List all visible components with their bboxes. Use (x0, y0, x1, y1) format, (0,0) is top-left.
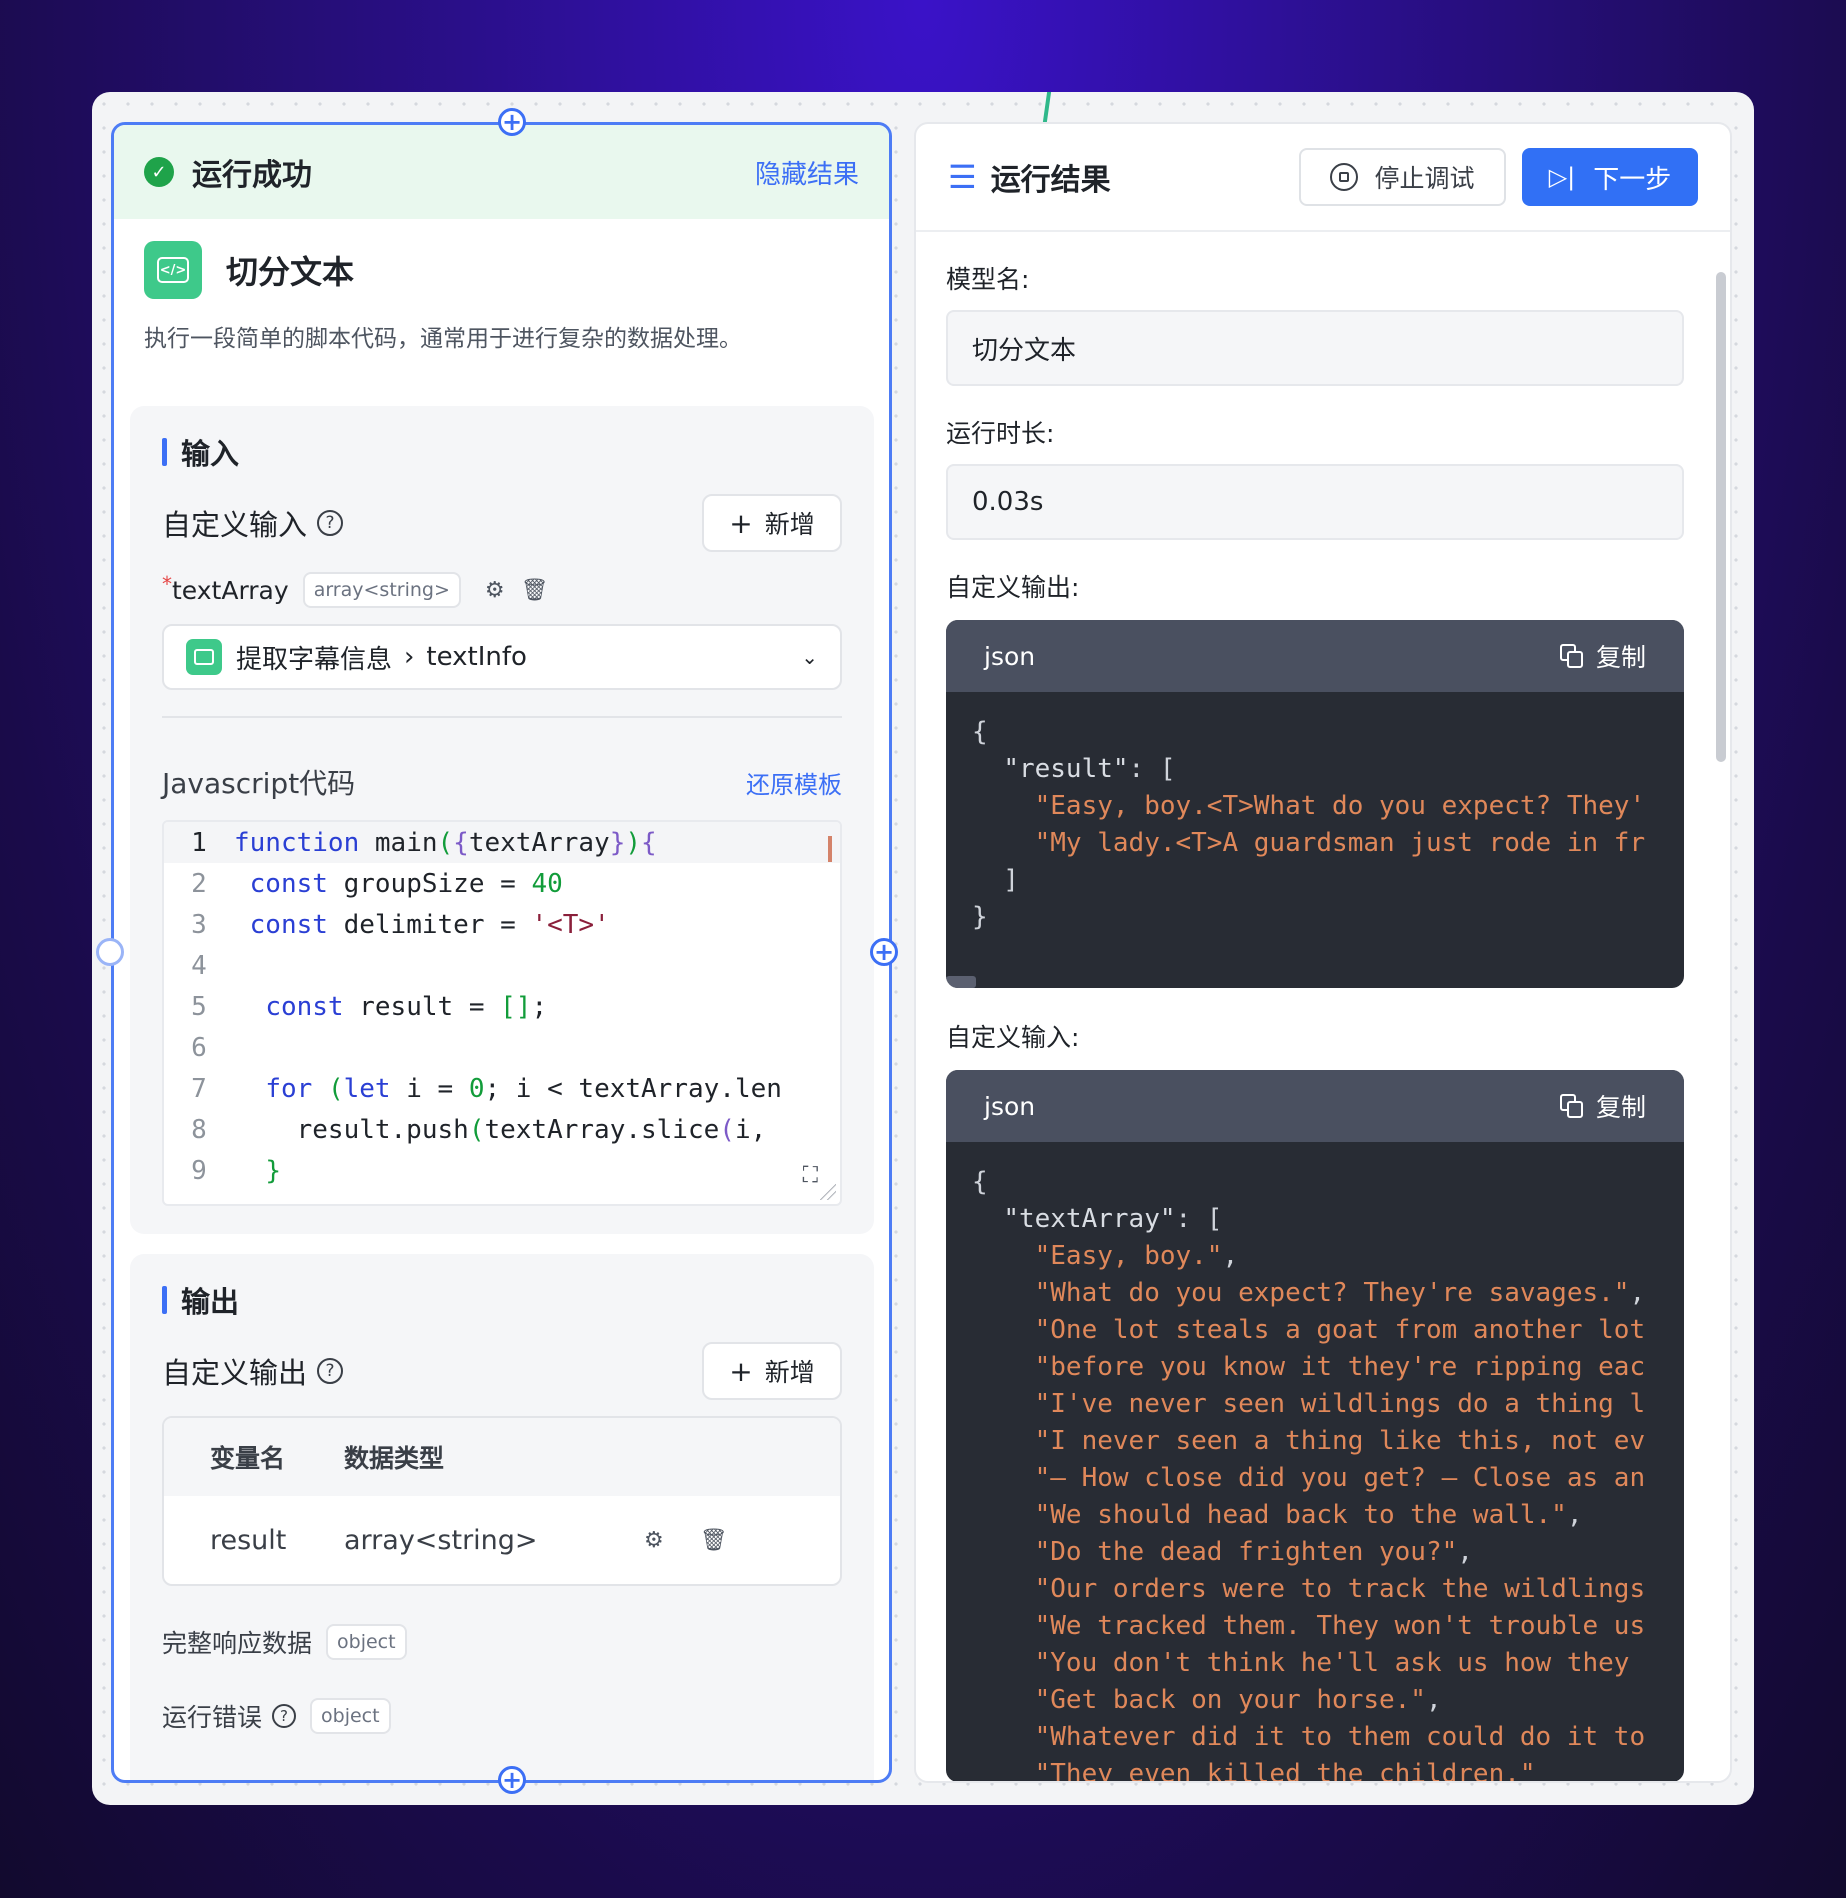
code-line: 7 for (let i = 0; i < textArray.len (191, 1073, 782, 1104)
delete-icon[interactable]: 🗑 (700, 1528, 728, 1553)
stop-debug-button[interactable]: 停止调试 (1299, 148, 1506, 206)
code-line: 9 } (191, 1155, 281, 1186)
json-label: json (984, 641, 1036, 671)
stop-icon (1330, 163, 1359, 191)
copy-icon (1559, 644, 1584, 668)
custom-input-label: 自定义输入 (162, 508, 308, 542)
run-error-type: object (310, 1698, 391, 1734)
horizontal-scrollbar[interactable] (946, 976, 976, 988)
model-name-label: 模型名: (946, 265, 1030, 294)
input-panel: 输入 自定义输入? + 新增 * textArray array<string> … (130, 406, 874, 1234)
source-field-name: textInfo (426, 642, 527, 672)
success-check-icon: ✓ (144, 157, 174, 187)
output-section-title: 输出 (181, 1285, 240, 1319)
run-status-bar: ✓ 运行成功 隐藏结果 (114, 125, 889, 219)
code-editor[interactable]: 1 function main({textArray}){ 2 const gro… (162, 820, 842, 1206)
output-json-content[interactable]: { "result": [ "Easy, boy.<T>What do you … (946, 692, 1684, 988)
code-line: 3 const delimiter = '<T>' (191, 909, 610, 940)
connection-edge (1042, 92, 1052, 122)
restore-template-link[interactable]: 还原模板 (746, 765, 842, 800)
settings-icon[interactable]: ⚙ (485, 578, 505, 603)
text-cursor (828, 836, 832, 862)
delete-icon[interactable]: 🗑 (521, 578, 549, 603)
table-header: 数据类型 (344, 1444, 445, 1473)
duration-field: 0.03s (946, 464, 1684, 540)
chevron-right-icon: › (404, 642, 415, 672)
list-icon: ☰ (948, 158, 977, 196)
full-response-label: 完整响应数据 (162, 1629, 313, 1658)
run-status-text: 运行成功 (192, 158, 312, 193)
output-var-type: array<string> (344, 1524, 538, 1556)
copy-button[interactable]: 复制 (1559, 638, 1646, 674)
divider (162, 716, 842, 718)
input-json-content[interactable]: { "textArray": [ "Easy, boy.", "What do … (946, 1142, 1684, 1781)
step-forward-icon: ▷| (1548, 163, 1576, 191)
add-node-top-handle[interactable]: + (498, 108, 526, 136)
add-output-button[interactable]: + 新增 (702, 1342, 842, 1400)
hide-result-link[interactable]: 隐藏结果 (755, 154, 859, 191)
input-connection-handle[interactable] (96, 938, 124, 966)
help-icon[interactable]: ? (272, 1704, 297, 1728)
model-name-field: 切分文本 (946, 310, 1684, 386)
add-input-button[interactable]: + 新增 (702, 494, 842, 552)
vertical-scrollbar[interactable] (1716, 272, 1726, 762)
table-row: result array<string> ⚙ 🗑 (164, 1496, 840, 1584)
table-header: 变量名 (210, 1444, 286, 1473)
code-icon (186, 639, 222, 675)
code-line: 8 result.push(textArray.slice(i, (191, 1114, 767, 1145)
duration-label: 运行时长: (946, 419, 1055, 448)
settings-icon[interactable]: ⚙ (644, 1528, 664, 1553)
help-icon[interactable]: ? (317, 510, 344, 536)
workflow-canvas[interactable]: ✓ 运行成功 隐藏结果 </> 切分文本 执行一段简单的脚本代码，通常用于进行复… (92, 92, 1754, 1805)
input-var-type: array<string> (302, 572, 461, 608)
run-result-panel: ☰ 运行结果 停止调试 ▷| 下一步 模型名: 切分文本 运行时长: 0.03s… (914, 122, 1732, 1783)
code-icon: </> (144, 241, 202, 299)
next-step-button[interactable]: ▷| 下一步 (1522, 148, 1698, 206)
resize-handle[interactable] (820, 1184, 836, 1200)
custom-output-label: 自定义输出: (946, 573, 1080, 602)
output-json-card: json 复制 { "result": [ "Easy, boy.<T>What… (946, 620, 1684, 988)
input-source-select[interactable]: 提取字幕信息 › textInfo ⌄ (162, 624, 842, 690)
input-section-title: 输入 (181, 437, 240, 471)
result-panel-title: 运行结果 (990, 163, 1111, 198)
code-line: 6 (191, 1032, 207, 1063)
code-node[interactable]: ✓ 运行成功 隐藏结果 </> 切分文本 执行一段简单的脚本代码，通常用于进行复… (111, 122, 892, 1783)
input-var-name: textArray (172, 575, 289, 605)
add-node-bottom-handle[interactable]: + (498, 1766, 526, 1794)
node-title[interactable]: 切分文本 (226, 247, 354, 293)
custom-output-label: 自定义输出 (162, 1356, 308, 1390)
source-node-name: 提取字幕信息 (236, 644, 393, 675)
output-table: 变量名 数据类型 result array<string> ⚙ 🗑 (162, 1416, 842, 1586)
output-var-name: result (210, 1524, 287, 1556)
required-mark: * (162, 572, 172, 596)
node-description: 执行一段简单的脚本代码，通常用于进行复杂的数据处理。 (144, 326, 742, 352)
copy-button[interactable]: 复制 (1559, 1088, 1646, 1124)
expand-icon[interactable]: ⛶ (803, 1163, 818, 1188)
copy-icon (1559, 1094, 1584, 1118)
help-icon[interactable]: ? (317, 1358, 344, 1384)
code-line: 4 (191, 950, 207, 981)
add-node-right-handle[interactable]: + (870, 938, 898, 966)
run-error-label: 运行错误 (162, 1703, 263, 1732)
code-label: Javascript代码 (162, 767, 356, 800)
chevron-down-icon: ⌄ (801, 645, 818, 669)
input-json-card: json 复制 { "textArray": [ "Easy, boy.", "… (946, 1070, 1684, 1781)
custom-input-label: 自定义输入: (946, 1023, 1080, 1052)
json-label: json (984, 1091, 1036, 1121)
code-line: 1 function main({textArray}){ (164, 822, 840, 863)
code-line: 2 const groupSize = 40 (191, 868, 563, 899)
code-line: 5 const result = []; (191, 991, 548, 1022)
output-panel: 输出 自定义输出? + 新增 变量名 数据类型 result array<stri… (130, 1254, 874, 1780)
full-response-type: object (326, 1624, 407, 1660)
